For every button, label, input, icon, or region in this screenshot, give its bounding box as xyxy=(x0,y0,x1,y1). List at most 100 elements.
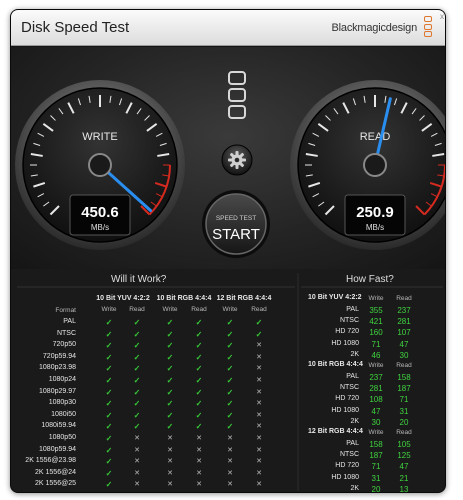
cross-icon: ✕ xyxy=(167,458,173,466)
format-row-label: 1080p29.97 xyxy=(39,387,76,395)
speed-value-read: 30 xyxy=(399,350,409,360)
check-icon: ✓ xyxy=(105,364,113,374)
format-row-label: 1080p50 xyxy=(48,434,76,441)
format-row-label: 1080p30 xyxy=(48,399,76,407)
speed-value-write: 108 xyxy=(369,395,383,405)
check-icon: ✓ xyxy=(105,480,113,490)
speed-value-read: 105 xyxy=(397,440,411,449)
column-header: Write xyxy=(368,362,384,369)
check-icon: ✓ xyxy=(105,341,113,351)
speed-value-read: 13 xyxy=(399,484,409,493)
speed-value-write: 237 xyxy=(369,373,383,382)
speed-value-write: 187 xyxy=(369,451,383,461)
column-header: Write xyxy=(368,429,384,436)
speed-format-label: PAL xyxy=(346,373,359,380)
check-icon: ✓ xyxy=(166,422,174,432)
speed-format-label: 2K xyxy=(350,417,359,425)
check-icon: ✓ xyxy=(133,364,141,374)
start-button-caption: SPEED TEST xyxy=(216,215,256,222)
window-title: Disk Speed Test xyxy=(21,19,130,36)
check-icon: ✓ xyxy=(195,364,203,374)
start-button[interactable]: SPEED TEST START xyxy=(202,190,270,258)
cross-icon: ✕ xyxy=(256,435,262,442)
speed-value-read: 125 xyxy=(397,451,411,461)
speed-value-write: 355 xyxy=(369,306,383,315)
speed-format-label: PAL xyxy=(346,440,359,447)
format-row-label: NTSC xyxy=(56,329,76,337)
speed-group-header: 12 Bit RGB 4:4:4 xyxy=(308,428,363,435)
title-bar: Disk Speed Test Blackmagicdesign x xyxy=(11,10,445,46)
column-header: Write xyxy=(368,295,384,302)
speed-value-write: 71 xyxy=(371,339,381,349)
speed-format-label: 2K xyxy=(350,484,359,492)
check-icon: ✓ xyxy=(133,376,141,385)
speed-value-read: 47 xyxy=(399,339,409,349)
speed-value-write: 47 xyxy=(371,406,381,416)
gauges-svg: WRITE 450.6 MB/s READ 250.9 MB/s SPEED T… xyxy=(15,71,445,258)
write-gauge: WRITE 450.6 MB/s xyxy=(15,80,185,250)
speed-value-read: 71 xyxy=(399,395,409,405)
speed-value-read: 21 xyxy=(399,473,409,483)
speed-value-write: 71 xyxy=(371,462,381,472)
format-group-header: 12 Bit RGB 4:4:4 xyxy=(216,295,272,302)
speed-value-read: 31 xyxy=(399,406,409,416)
speed-value-read: 158 xyxy=(397,373,411,382)
speed-format-label: NTSC xyxy=(339,384,359,392)
format-row-label: 1080i59.94 xyxy=(41,422,76,430)
cross-icon: ✕ xyxy=(134,446,140,454)
cross-icon: ✕ xyxy=(167,481,173,489)
check-icon: ✓ xyxy=(133,387,141,397)
cross-icon: ✕ xyxy=(227,458,233,466)
format-row-label: 1080p24 xyxy=(48,376,76,383)
write-speed-unit: MB/s xyxy=(91,223,109,232)
check-icon: ✓ xyxy=(166,341,174,351)
close-icon[interactable]: x xyxy=(440,12,444,21)
format-group-header: 10 Bit RGB 4:4:4 xyxy=(156,295,212,302)
write-speed-value: 450.6 xyxy=(81,204,119,221)
check-icon: ✓ xyxy=(105,318,113,327)
column-header: Read xyxy=(129,306,145,313)
check-icon: ✓ xyxy=(195,341,203,351)
cross-icon: ✕ xyxy=(134,435,140,442)
cross-icon: ✕ xyxy=(256,446,262,454)
cross-icon: ✕ xyxy=(256,469,262,477)
read-needle-hub xyxy=(363,153,387,177)
check-icon: ✓ xyxy=(255,329,263,339)
cross-icon: ✕ xyxy=(134,481,140,489)
check-icon: ✓ xyxy=(226,387,234,397)
check-icon: ✓ xyxy=(133,410,141,420)
cross-icon: ✕ xyxy=(227,469,233,477)
speed-format-label: NTSC xyxy=(339,317,359,325)
read-speed-unit: MB/s xyxy=(366,223,384,232)
check-icon: ✓ xyxy=(166,364,174,374)
cross-icon: ✕ xyxy=(196,469,202,477)
column-header: Read xyxy=(396,429,412,436)
check-icon: ✓ xyxy=(226,364,234,374)
cross-icon: ✕ xyxy=(256,411,262,419)
speed-format-label: 2K xyxy=(350,350,359,358)
speed-value-write: 160 xyxy=(369,328,383,338)
check-icon: ✓ xyxy=(195,410,203,420)
check-icon: ✓ xyxy=(133,341,141,351)
speed-value-write: 46 xyxy=(371,350,381,360)
format-row-label: 1080i50 xyxy=(51,410,76,418)
format-row-label: 1080p59.94 xyxy=(39,445,76,453)
speed-format-label: HD 1080 xyxy=(331,406,359,414)
check-icon: ✓ xyxy=(195,422,203,432)
check-icon: ✓ xyxy=(105,410,113,420)
check-icon: ✓ xyxy=(105,376,113,385)
read-gauge-label: READ xyxy=(360,131,391,143)
read-speed-value: 250.9 xyxy=(356,204,394,221)
check-icon: ✓ xyxy=(226,399,234,409)
column-header: Read xyxy=(396,362,412,369)
write-gauge-label: WRITE xyxy=(82,131,117,143)
speed-value-write: 281 xyxy=(369,384,383,394)
check-icon: ✓ xyxy=(195,376,203,385)
blackmagic-logo-icon xyxy=(228,71,246,119)
stats-panel: Will it Work? 10 Bit YUV 4:2:2 Write Read 1… xyxy=(11,269,445,493)
cross-icon: ✕ xyxy=(196,435,202,442)
read-gauge: READ 250.9 MB/s xyxy=(290,80,445,250)
speed-format-label: HD 720 xyxy=(335,395,359,403)
settings-button[interactable] xyxy=(221,144,253,176)
speed-value-read: 281 xyxy=(397,317,411,327)
